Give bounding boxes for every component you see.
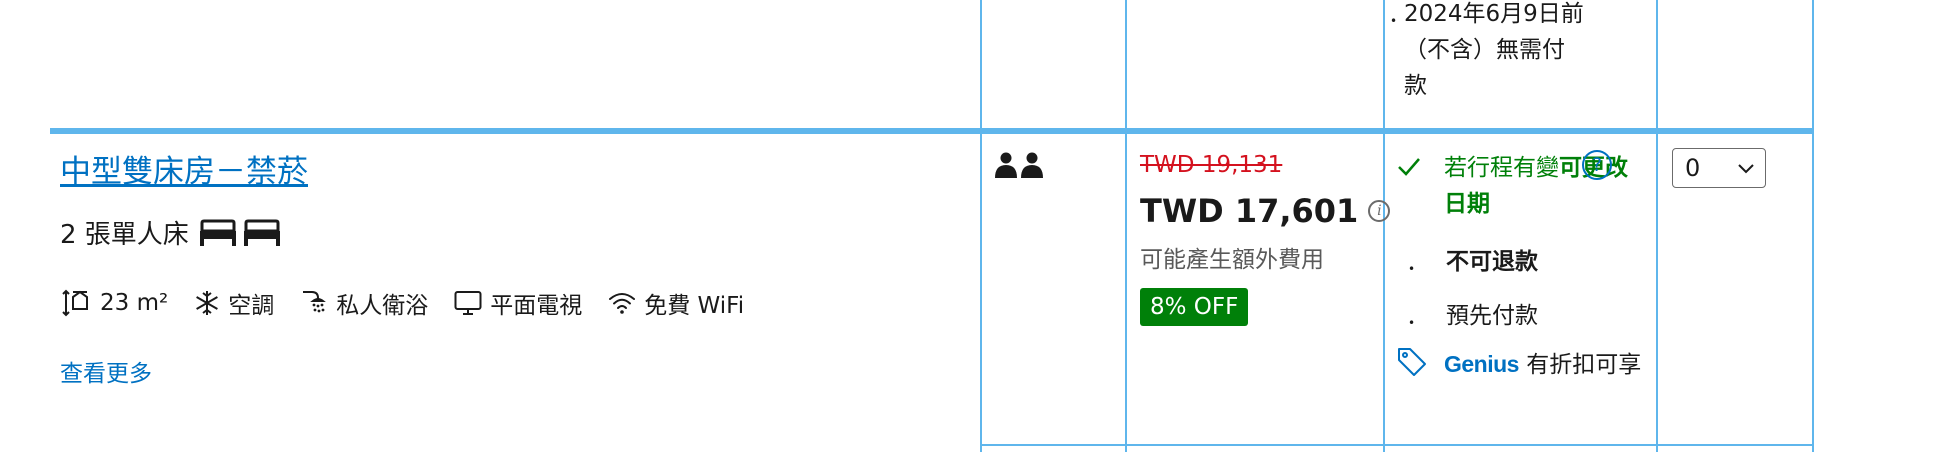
- amenity-label: 平面電視: [490, 293, 583, 319]
- row-divider-highlight: [50, 128, 1814, 134]
- bullet-dot: •: [1408, 316, 1416, 330]
- non-refundable-condition: 不可退款: [1446, 249, 1538, 275]
- row-divider: [980, 444, 1814, 446]
- chevron-down-icon: [1738, 164, 1754, 174]
- amenity-air-conditioning: 空調: [194, 286, 274, 320]
- genius-text: Genius 有折扣可享: [1396, 346, 1644, 383]
- single-bed-icon: [199, 219, 236, 246]
- amenity-label: 23 m²: [100, 290, 169, 316]
- genius-logo: Genius: [1444, 351, 1519, 377]
- extra-fees-note: 可能產生額外費用: [1140, 247, 1324, 273]
- amenity-wifi: 免費 WiFi: [608, 286, 744, 320]
- bed-icons: [199, 219, 281, 247]
- amenity-label: 私人衛浴: [336, 293, 429, 319]
- info-icon[interactable]: i: [1368, 200, 1391, 222]
- bed-text: 2 張單人床: [60, 220, 189, 250]
- room-title-link[interactable]: 中型雙床房－禁菸: [60, 146, 308, 191]
- room-size-icon: [62, 289, 88, 317]
- current-price: TWD 17,601: [1140, 192, 1359, 230]
- original-price: TWD 19,131: [1140, 152, 1283, 178]
- tag-icon: [1398, 348, 1426, 376]
- prepay-condition: 預先付款: [1446, 303, 1538, 329]
- pay-later-text: 2024年6月9日前（不含）無需付款: [1404, 1, 1584, 99]
- room-quantity-select[interactable]: 0: [1672, 148, 1766, 188]
- previous-row-condition: • 2024年6月9日前（不含）無需付款: [1390, 0, 1634, 108]
- bullet-dot: •: [1390, 14, 1398, 28]
- genius-discount: Genius 有折扣可享: [1396, 346, 1644, 383]
- single-bed-icon: [243, 219, 280, 246]
- amenity-list: 23 m² 空調 私人衛浴 平面電視 免費 WiFi: [62, 286, 744, 320]
- amenity-label: 免費 WiFi: [644, 293, 745, 319]
- amenity-private-bathroom: 私人衛浴: [300, 286, 428, 320]
- select-value: 0: [1685, 154, 1701, 182]
- tv-icon: [454, 291, 482, 315]
- discount-badge: 8% OFF: [1140, 288, 1249, 326]
- wifi-icon: [609, 293, 636, 314]
- bed-info: 2 張單人床: [60, 214, 281, 251]
- current-price-row: TWD 17,601 i: [1140, 192, 1391, 230]
- column-divider: [1656, 0, 1658, 452]
- question-mark-icon[interactable]: ?: [1582, 150, 1612, 180]
- column-divider: [1125, 0, 1127, 452]
- checkmark-icon: [1398, 158, 1420, 176]
- amenity-room-size: 23 m²: [62, 289, 168, 317]
- shower-icon: [303, 291, 327, 313]
- column-divider: [980, 0, 982, 452]
- genius-label: 有折扣可享: [1526, 352, 1642, 378]
- amenity-label: 空調: [228, 293, 275, 319]
- occupancy-indicator: [994, 152, 1046, 180]
- amenity-flat-tv: 平面電視: [454, 286, 582, 320]
- change-prefix: 若行程有變: [1444, 155, 1559, 181]
- two-persons-icon: [995, 152, 1043, 178]
- column-divider: [1812, 0, 1814, 452]
- see-more-link[interactable]: 查看更多: [60, 354, 152, 388]
- bullet-dot: •: [1408, 262, 1416, 276]
- snowflake-icon: [196, 291, 219, 315]
